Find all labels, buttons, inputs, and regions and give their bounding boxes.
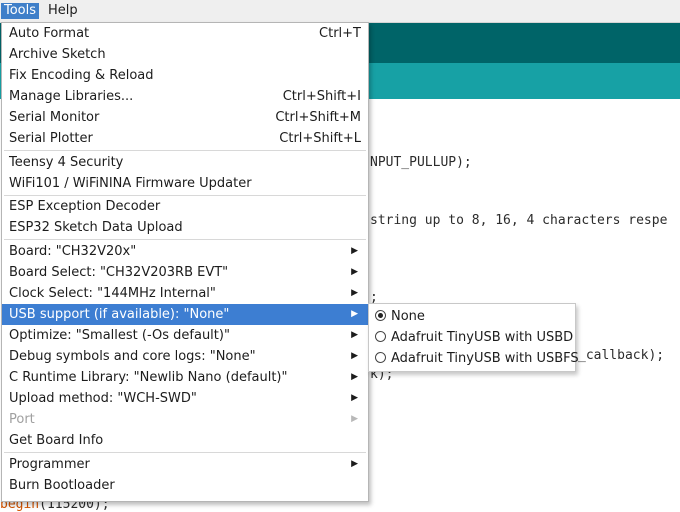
submenu-arrow-icon: ▶	[351, 288, 358, 298]
menu-item-optimize[interactable]: Optimize: "Smallest (-Os default)" ▶	[2, 325, 368, 346]
menu-bar: Tools Help	[0, 0, 680, 23]
radio-unselected-icon	[375, 352, 386, 363]
code-line-pinmode: NPUT_PULLUP);	[370, 155, 472, 170]
menu-separator	[4, 452, 366, 453]
menu-item-label: Clock Select: "144MHz Internal"	[9, 286, 216, 301]
menu-item-label: Board Select: "CH32V203RB EVT"	[9, 265, 229, 280]
menu-item-archive-sketch[interactable]: Archive Sketch	[2, 44, 368, 65]
menu-item-auto-format[interactable]: Auto Format Ctrl+T	[2, 23, 368, 44]
menu-item-board-select[interactable]: Board Select: "CH32V203RB EVT" ▶	[2, 262, 368, 283]
menu-item-teensy-security[interactable]: Teensy 4 Security	[2, 152, 368, 173]
menu-item-get-board-info[interactable]: Get Board Info	[2, 430, 368, 451]
submenu-arrow-icon: ▶	[351, 330, 358, 340]
menu-item-label: Fix Encoding & Reload	[9, 68, 154, 83]
menu-item-programmer[interactable]: Programmer ▶	[2, 454, 368, 475]
menu-help[interactable]: Help	[45, 3, 81, 19]
submenu-arrow-icon: ▶	[351, 414, 358, 424]
menu-item-label: ESP Exception Decoder	[9, 199, 161, 214]
usb-option-tinyusb-usbfs[interactable]: Adafruit TinyUSB with USBFS	[369, 348, 579, 369]
menu-item-label: Get Board Info	[9, 433, 104, 448]
menu-item-label: Board: "CH32V20x"	[9, 244, 137, 259]
menu-item-label: Burn Bootloader	[9, 478, 115, 493]
submenu-arrow-icon: ▶	[351, 372, 358, 382]
menu-item-wifi-updater[interactable]: WiFi101 / WiFiNINA Firmware Updater	[2, 173, 368, 194]
code-line-callback: _callback);	[578, 348, 665, 363]
usb-support-submenu: None Adafruit TinyUSB with USBD Adafruit…	[368, 303, 579, 372]
menu-item-label: ESP32 Sketch Data Upload	[9, 220, 183, 235]
radio-unselected-icon	[375, 331, 386, 342]
shortcut-label: Ctrl+Shift+M	[275, 110, 361, 125]
usb-option-label: None	[391, 309, 425, 324]
menu-item-label: Auto Format	[9, 26, 90, 41]
menu-item-manage-libraries[interactable]: Manage Libraries... Ctrl+Shift+I	[2, 86, 368, 107]
menu-separator	[4, 239, 366, 240]
menu-item-clock-select[interactable]: Clock Select: "144MHz Internal" ▶	[2, 283, 368, 304]
radio-selected-icon	[375, 310, 386, 321]
shortcut-label: Ctrl+Shift+I	[282, 89, 361, 104]
shortcut-label: Ctrl+T	[319, 26, 361, 41]
submenu-arrow-icon: ▶	[351, 246, 358, 256]
code-line-comment: string up to 8, 16, 4 characters respe	[370, 213, 668, 228]
menu-item-label: Optimize: "Smallest (-Os default)"	[9, 328, 230, 343]
usb-option-none[interactable]: None	[369, 306, 575, 327]
menu-item-label: USB support (if available): "None"	[9, 307, 230, 322]
menu-item-usb-support[interactable]: USB support (if available): "None" ▶	[2, 304, 368, 325]
menu-item-serial-monitor[interactable]: Serial Monitor Ctrl+Shift+M	[2, 107, 368, 128]
menu-item-label: Serial Monitor	[9, 110, 100, 125]
menu-item-label: Teensy 4 Security	[9, 155, 124, 170]
submenu-arrow-icon: ▶	[351, 267, 358, 277]
submenu-arrow-icon: ▶	[351, 309, 358, 319]
usb-option-label: Adafruit TinyUSB with USBD	[391, 330, 574, 345]
menu-item-label: Manage Libraries...	[9, 89, 134, 104]
menu-item-label: Programmer	[9, 457, 90, 472]
menu-item-esp-decoder[interactable]: ESP Exception Decoder	[2, 196, 368, 217]
menu-item-label: WiFi101 / WiFiNINA Firmware Updater	[9, 176, 252, 191]
shortcut-label: Ctrl+Shift+L	[279, 131, 361, 146]
menu-item-upload-method[interactable]: Upload method: "WCH-SWD" ▶	[2, 388, 368, 409]
menu-item-debug-symbols[interactable]: Debug symbols and core logs: "None" ▶	[2, 346, 368, 367]
usb-option-tinyusb-usbd[interactable]: Adafruit TinyUSB with USBD	[369, 327, 575, 348]
menu-item-serial-plotter[interactable]: Serial Plotter Ctrl+Shift+L	[2, 128, 368, 149]
menu-item-label: Debug symbols and core logs: "None"	[9, 349, 256, 364]
menu-item-c-runtime[interactable]: C Runtime Library: "Newlib Nano (default…	[2, 367, 368, 388]
menu-item-label: Serial Plotter	[9, 131, 93, 146]
tools-menu: Auto Format Ctrl+T Archive Sketch Fix En…	[1, 22, 369, 502]
submenu-arrow-icon: ▶	[351, 393, 358, 403]
menu-item-board[interactable]: Board: "CH32V20x" ▶	[2, 241, 368, 262]
menu-separator	[4, 150, 366, 151]
usb-option-label: Adafruit TinyUSB with USBFS	[391, 351, 579, 366]
menu-item-label: Archive Sketch	[9, 47, 106, 62]
menu-item-label: Port	[9, 412, 35, 427]
menu-item-port: Port ▶	[2, 409, 368, 430]
submenu-arrow-icon: ▶	[351, 351, 358, 361]
menu-item-label: Upload method: "WCH-SWD"	[9, 391, 197, 406]
menu-item-fix-encoding[interactable]: Fix Encoding & Reload	[2, 65, 368, 86]
menu-item-label: C Runtime Library: "Newlib Nano (default…	[9, 370, 288, 385]
menu-item-esp32-upload[interactable]: ESP32 Sketch Data Upload	[2, 217, 368, 238]
menu-tools[interactable]: Tools	[1, 3, 40, 19]
submenu-arrow-icon: ▶	[351, 459, 358, 469]
menu-item-burn-bootloader[interactable]: Burn Bootloader	[2, 475, 368, 496]
